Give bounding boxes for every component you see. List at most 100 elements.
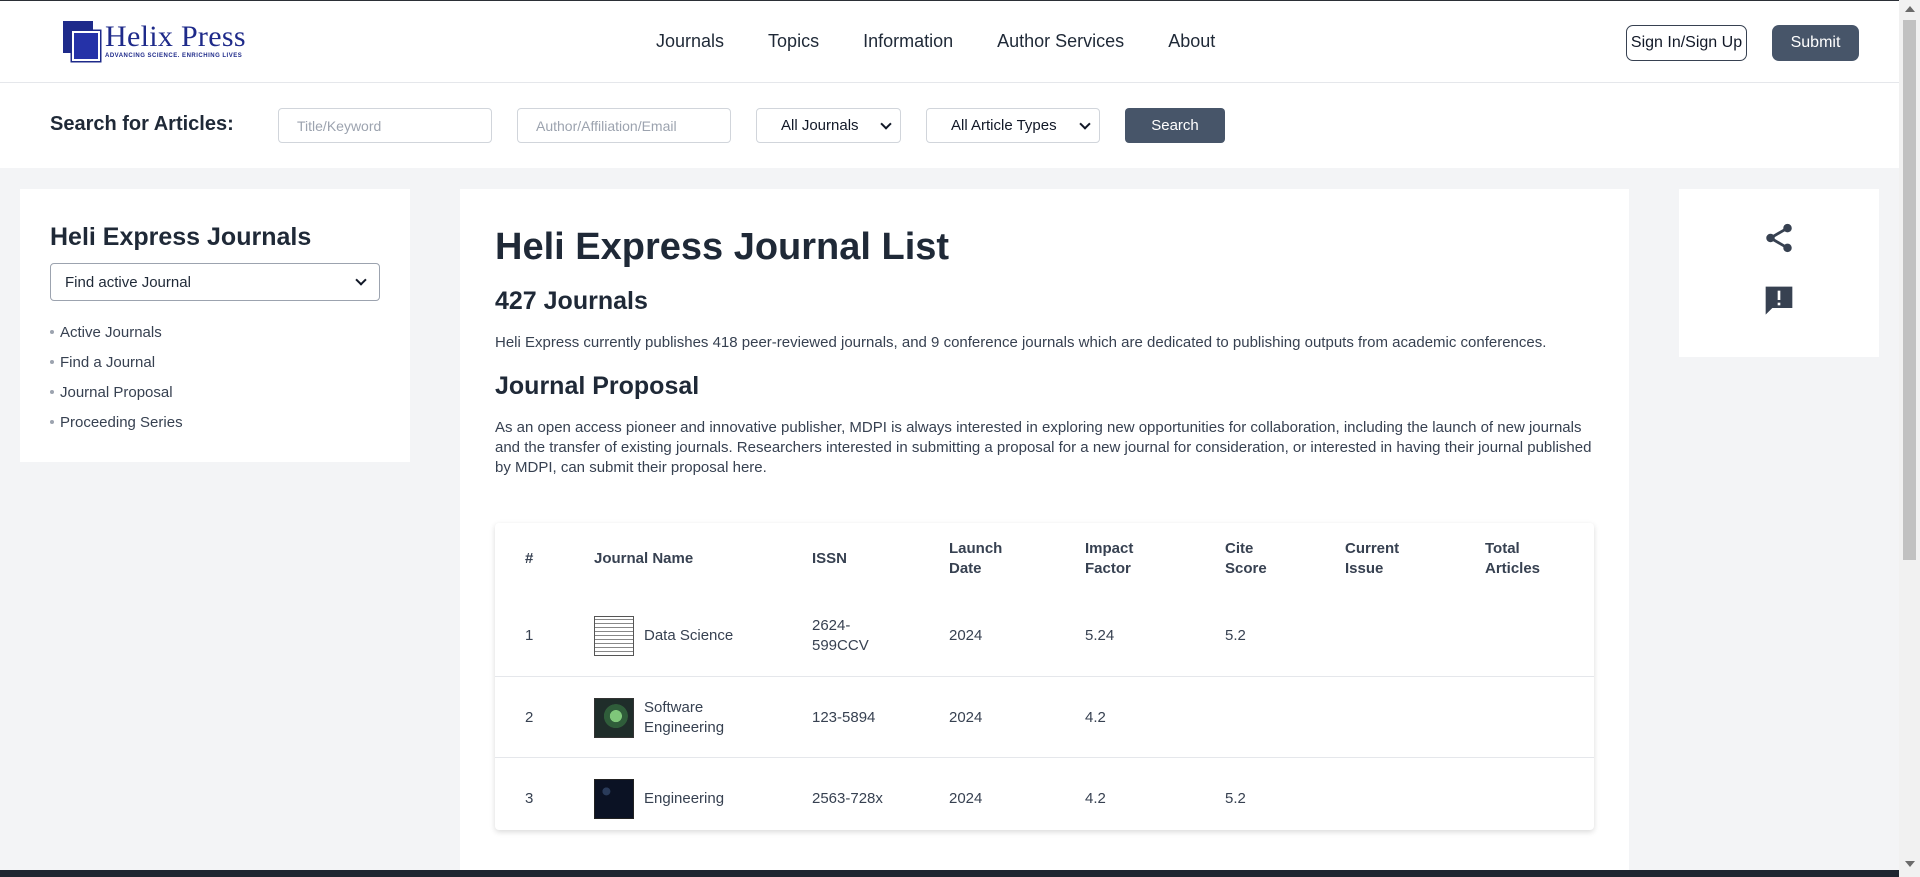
row-cite-score: 5.2 — [1225, 789, 1246, 807]
row-journal-name[interactable]: Data Science — [594, 595, 794, 676]
find-journal-select-value: Find active Journal — [65, 273, 191, 291]
col-total-articles-line1: Total — [1485, 540, 1520, 557]
col-impact-factor-line2: Factor — [1085, 560, 1131, 577]
chevron-down-icon — [1079, 117, 1091, 130]
proposal-heading: Journal Proposal — [495, 372, 700, 400]
col-num: # — [525, 550, 534, 567]
row-launch-date: 2024 — [949, 789, 983, 807]
feedback-icon[interactable] — [1763, 284, 1795, 316]
sidebar-title: Heli Express Journals — [50, 223, 312, 251]
table-header: # Journal Name ISSN Launch Date Impact F… — [495, 523, 1594, 595]
col-current-issue-line1: Current — [1345, 540, 1400, 557]
row-issn: 2624-599CCV — [812, 616, 869, 654]
table-row[interactable]: 3 Engineering 2563-728x 2024 4.2 5.2 — [495, 757, 1594, 838]
row-issn: 2563-728x — [812, 789, 883, 807]
table-row[interactable]: 2 Software Engineering 123-5894 2024 4.2 — [495, 676, 1594, 757]
logo[interactable]: Helix Press ADVANCING SCIENCE. ENRICHING… — [63, 21, 246, 63]
sidebar-item-label: Active Journals — [60, 323, 162, 341]
journal-cover-image — [594, 778, 634, 819]
bullet-icon — [50, 360, 54, 364]
col-current-issue: Current Issue — [1345, 523, 1399, 595]
submit-button[interactable]: Submit — [1772, 25, 1859, 61]
col-impact-factor-line1: Impact — [1085, 540, 1134, 557]
row-num: 2 — [525, 708, 534, 726]
journal-select-value: All Journals — [781, 117, 859, 134]
col-launch-date-line2: Date — [949, 560, 982, 577]
nav-topics[interactable]: Topics — [768, 31, 819, 52]
chevron-down-icon — [355, 274, 367, 286]
col-cite-score-line1: Cite — [1225, 540, 1254, 557]
col-launch-date-line1: Launch — [949, 540, 1003, 557]
main-content: Heli Express Journal List 427 Journals H… — [460, 189, 1629, 877]
article-type-select-value: All Article Types — [951, 117, 1057, 134]
page-title: Heli Express Journal List — [495, 226, 950, 268]
signin-button[interactable]: Sign In/Sign Up — [1626, 25, 1747, 61]
proposal-text: As an open access pioneer and innovative… — [495, 419, 1592, 476]
sidebar-item-label: Journal Proposal — [60, 383, 173, 401]
share-icon[interactable] — [1762, 221, 1796, 255]
row-cite-score: 5.2 — [1225, 626, 1246, 644]
journal-table: # Journal Name ISSN Launch Date Impact F… — [495, 523, 1594, 830]
logo-name: Helix Press — [105, 20, 246, 53]
journals-sidebar: Heli Express Journals Find active Journa… — [20, 189, 410, 462]
page-scrollbar[interactable] — [1899, 0, 1920, 877]
journal-cover-image — [594, 615, 634, 656]
author-input[interactable]: Author/Affiliation/Email — [517, 108, 731, 143]
col-cite-score-line2: Score — [1225, 560, 1267, 577]
journal-description: Heli Express currently publishes 418 pee… — [495, 334, 1547, 351]
journal-cover-image — [594, 697, 634, 738]
bullet-icon — [50, 330, 54, 334]
scroll-thumb[interactable] — [1903, 20, 1916, 560]
col-total-articles: Total Articles — [1485, 523, 1540, 595]
journal-name-text: Data Science — [644, 626, 734, 644]
nav-information[interactable]: Information — [863, 31, 953, 52]
sidebar-item-active-journals[interactable]: Active Journals — [50, 317, 183, 347]
sidebar-links: Active Journals Find a Journal Journal P… — [50, 317, 183, 437]
nav-journals[interactable]: Journals — [656, 31, 724, 52]
row-journal-name[interactable]: Engineering — [594, 758, 794, 839]
journal-name-text: Engineering — [644, 789, 725, 807]
row-launch-date: 2024 — [949, 708, 983, 726]
main-nav: Journals Topics Information Author Servi… — [656, 31, 1259, 52]
sidebar-item-find-journal[interactable]: Find a Journal — [50, 347, 183, 377]
row-num: 1 — [525, 626, 534, 644]
row-launch-date: 2024 — [949, 626, 983, 644]
title-keyword-input[interactable]: Title/Keyword — [278, 108, 492, 143]
col-launch-date: Launch Date — [949, 523, 1002, 595]
col-impact-factor: Impact Factor — [1085, 523, 1133, 595]
sidebar-item-label: Find a Journal — [60, 353, 156, 371]
scroll-up-arrow-icon[interactable] — [1905, 6, 1915, 12]
journal-select[interactable]: All Journals — [756, 108, 901, 143]
bottom-edge-bar — [0, 870, 1899, 877]
bullet-icon — [50, 420, 54, 424]
article-type-select[interactable]: All Article Types — [926, 108, 1100, 143]
journal-name-text: Software Engineering — [644, 698, 725, 736]
sidebar-item-journal-proposal[interactable]: Journal Proposal — [50, 377, 183, 407]
search-button[interactable]: Search — [1125, 108, 1225, 143]
col-current-issue-line2: Issue — [1345, 560, 1384, 577]
logo-mark-icon — [63, 21, 101, 63]
row-impact-factor: 5.24 — [1085, 626, 1115, 644]
col-total-articles-line2: Articles — [1485, 560, 1541, 577]
article-search-bar: Search for Articles: Title/Keyword Autho… — [0, 83, 1899, 168]
row-impact-factor: 4.2 — [1085, 708, 1106, 726]
col-issn: ISSN — [812, 550, 848, 567]
find-journal-select[interactable]: Find active Journal — [50, 263, 380, 301]
nav-about[interactable]: About — [1168, 31, 1215, 52]
chevron-down-icon — [880, 117, 892, 130]
search-label: Search for Articles: — [50, 113, 234, 135]
journal-count: 427 Journals — [495, 287, 648, 315]
row-impact-factor: 4.2 — [1085, 789, 1106, 807]
action-panel — [1679, 189, 1879, 357]
table-row[interactable]: 1 Data Science 2624-599CCV 2024 5.24 5.2 — [495, 595, 1594, 676]
nav-author-services[interactable]: Author Services — [997, 31, 1124, 52]
row-journal-name[interactable]: Software Engineering — [594, 677, 794, 758]
sidebar-item-label: Proceeding Series — [60, 413, 183, 431]
logo-tagline: ADVANCING SCIENCE. ENRICHING LIVES — [105, 53, 243, 59]
col-journal-name: Journal Name — [594, 550, 694, 567]
col-cite-score: Cite Score — [1225, 523, 1267, 595]
row-issn: 123-5894 — [812, 708, 876, 726]
site-header: Helix Press ADVANCING SCIENCE. ENRICHING… — [0, 0, 1899, 83]
sidebar-item-proceeding-series[interactable]: Proceeding Series — [50, 407, 183, 437]
scroll-down-arrow-icon[interactable] — [1905, 861, 1915, 867]
